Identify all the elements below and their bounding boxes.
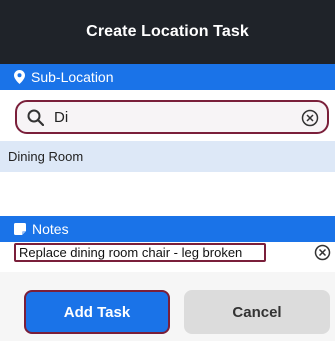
notes-input[interactable]: Replace dining room chair - leg broken bbox=[14, 243, 266, 262]
notes-label: Notes bbox=[32, 221, 69, 237]
sub-location-result-item[interactable]: Dining Room bbox=[0, 141, 335, 172]
search-icon bbox=[27, 109, 44, 126]
cancel-button[interactable]: Cancel bbox=[184, 290, 330, 334]
list-item-label: Dining Room bbox=[8, 149, 84, 164]
notes-text: Replace dining room chair - leg broken bbox=[19, 245, 243, 260]
sub-location-search-box[interactable] bbox=[15, 100, 329, 134]
dialog-header: Create Location Task bbox=[0, 0, 335, 64]
clear-search-icon[interactable] bbox=[301, 109, 319, 127]
notes-section-header: Notes bbox=[0, 216, 335, 242]
action-bar: Add Task Cancel bbox=[0, 272, 335, 341]
cancel-label: Cancel bbox=[232, 303, 282, 321]
add-task-label: Add Task bbox=[63, 303, 131, 321]
sub-location-search-input[interactable] bbox=[54, 108, 284, 126]
sub-location-label: Sub-Location bbox=[31, 69, 114, 85]
location-pin-icon bbox=[14, 70, 25, 84]
sub-location-section-header: Sub-Location bbox=[0, 64, 335, 90]
clear-notes-icon[interactable] bbox=[314, 244, 331, 261]
note-icon bbox=[14, 223, 26, 235]
add-task-button[interactable]: Add Task bbox=[24, 290, 170, 334]
page-title: Create Location Task bbox=[86, 23, 249, 40]
